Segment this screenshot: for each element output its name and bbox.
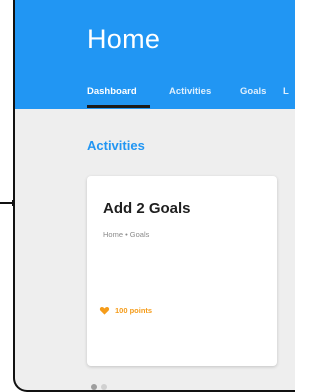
page-dot-2[interactable] [101,384,107,390]
phone-screen: Home Dashboard Activities Goals L Activi… [13,0,295,392]
tab-dashboard[interactable]: Dashboard [87,86,137,97]
page-dot-1[interactable] [91,384,97,390]
heart-icon [99,306,110,315]
tab-more[interactable]: L [283,86,289,97]
points-label: 100 points [115,306,153,315]
section-title: Activities [87,138,145,153]
page-title: Home [87,24,161,54]
tab-activities[interactable]: Activities [169,86,211,97]
card-title: Add 2 Goals [103,200,191,217]
activity-card[interactable]: Add 2 Goals Home • Goals 100 points [87,176,277,366]
card-breadcrumb: Home • Goals [103,230,150,239]
tab-goals[interactable]: Goals [240,86,266,97]
active-tab-indicator [87,105,150,108]
app-bar: Home Dashboard Activities Goals L [15,0,295,109]
